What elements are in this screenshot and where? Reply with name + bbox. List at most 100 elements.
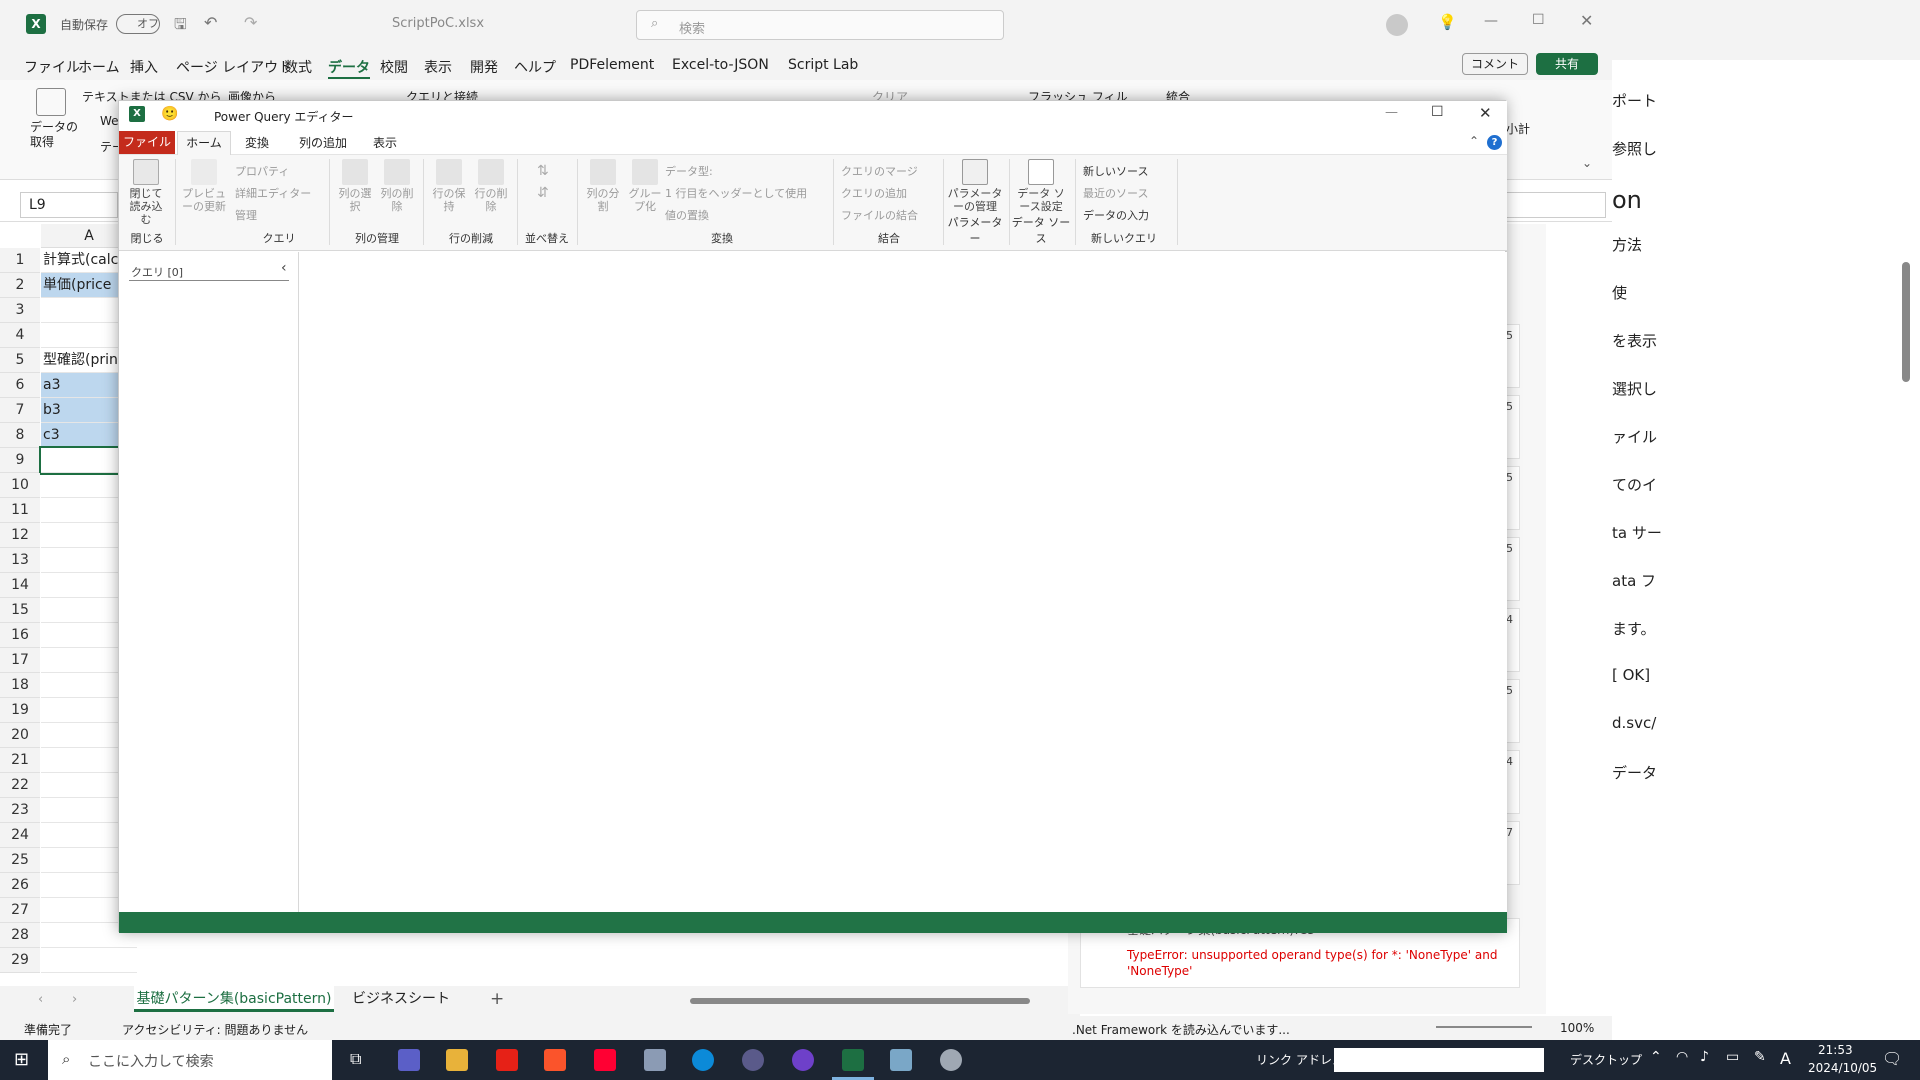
- menu-pdfelement[interactable]: PDFelement: [570, 57, 654, 73]
- accessibility-status[interactable]: アクセシビリティ: 問題ありません: [122, 1021, 308, 1038]
- replace-values-button[interactable]: 値の置換: [665, 207, 709, 223]
- pen-icon[interactable]: ✎: [1754, 1049, 1766, 1065]
- row-header[interactable]: 27: [0, 898, 40, 923]
- yahoo-icon[interactable]: [594, 1049, 616, 1071]
- chevron-left-icon[interactable]: ‹: [281, 260, 287, 276]
- data-source-settings-button[interactable]: データ ソース設定: [1013, 159, 1069, 213]
- menu-insert[interactable]: 挿入: [130, 57, 158, 77]
- data-type-dropdown[interactable]: データ型:: [665, 163, 713, 179]
- menu-home[interactable]: ホーム: [78, 57, 120, 77]
- row-header[interactable]: 25: [0, 848, 40, 873]
- menu-developer[interactable]: 開発: [470, 57, 498, 77]
- minimize-icon[interactable]: —: [1484, 13, 1498, 29]
- menu-page-layout[interactable]: ページ レイアウト: [176, 57, 292, 77]
- remove-rows-button[interactable]: 行の削除: [471, 159, 511, 213]
- new-source-button[interactable]: 新しいソース: [1083, 163, 1148, 179]
- menu-data[interactable]: データ: [328, 57, 370, 79]
- pq-tab-view[interactable]: 表示: [373, 134, 397, 151]
- task-view-icon[interactable]: ⧉: [350, 1049, 361, 1069]
- notepad-icon[interactable]: [890, 1049, 912, 1071]
- menu-file[interactable]: ファイル: [24, 57, 80, 77]
- youtube-icon[interactable]: [496, 1049, 518, 1071]
- use-first-row-header-button[interactable]: 1 行目をヘッダーとして使用: [665, 185, 807, 201]
- edge-icon[interactable]: [692, 1049, 714, 1071]
- manage-button[interactable]: 管理: [235, 207, 257, 223]
- clock-date[interactable]: 2024/10/05: [1808, 1061, 1877, 1075]
- menu-formulas[interactable]: 数式: [284, 57, 312, 77]
- split-column-button[interactable]: 列の分割: [583, 159, 623, 213]
- get-data-button[interactable]: データの取得: [30, 120, 80, 150]
- row-header[interactable]: 8: [0, 423, 40, 448]
- excel-taskbar-icon[interactable]: [842, 1049, 864, 1071]
- from-web-button[interactable]: We: [100, 114, 119, 128]
- row-header[interactable]: 18: [0, 673, 40, 698]
- close-icon[interactable]: ✕: [1479, 104, 1492, 122]
- subtotal-button[interactable]: 小計: [1506, 120, 1530, 137]
- menu-excel-to-json[interactable]: Excel-to-JSON: [672, 57, 769, 73]
- ime-indicator[interactable]: A: [1780, 1049, 1791, 1068]
- row-header[interactable]: 1: [0, 248, 40, 273]
- sheet-tab-business[interactable]: ビジネスシート: [346, 986, 456, 1012]
- undo-icon[interactable]: ↶: [204, 13, 217, 32]
- choose-columns-button[interactable]: 列の選択: [335, 159, 375, 213]
- notification-icon[interactable]: 🗨: [1882, 1049, 1902, 1068]
- taskbar-desktop-label[interactable]: デスクトップ: [1570, 1051, 1642, 1068]
- close-and-load-button[interactable]: 閉じて読み込む: [125, 159, 167, 226]
- menu-script-lab[interactable]: Script Lab: [788, 57, 858, 73]
- clock-time[interactable]: 21:53: [1818, 1043, 1853, 1057]
- row-header[interactable]: 5: [0, 348, 40, 373]
- brave-browser-icon[interactable]: [544, 1049, 566, 1071]
- sort-ascending-icon[interactable]: ⇅: [537, 163, 549, 179]
- group-by-button[interactable]: グループ化: [625, 159, 665, 213]
- row-header[interactable]: 3: [0, 298, 40, 323]
- recent-sources-button[interactable]: 最近のソース: [1083, 185, 1148, 201]
- row-header[interactable]: 15: [0, 598, 40, 623]
- row-header[interactable]: 20: [0, 723, 40, 748]
- app-icon[interactable]: [644, 1049, 666, 1071]
- paint-icon[interactable]: [940, 1049, 962, 1071]
- remove-columns-button[interactable]: 列の削除: [377, 159, 417, 213]
- volume-icon[interactable]: ♪: [1700, 1049, 1709, 1065]
- share-button[interactable]: 共有: [1536, 53, 1598, 75]
- row-header[interactable]: 29: [0, 948, 40, 973]
- autosave-toggle[interactable]: オフ: [116, 14, 160, 34]
- file-explorer-icon[interactable]: [446, 1049, 468, 1071]
- row-header[interactable]: 11: [0, 498, 40, 523]
- merge-queries-button[interactable]: クエリのマージ: [841, 163, 918, 179]
- advanced-editor-button[interactable]: 詳細エディター: [235, 185, 311, 201]
- row-header[interactable]: 12: [0, 523, 40, 548]
- row-header[interactable]: 2: [0, 273, 40, 298]
- row-header[interactable]: 23: [0, 798, 40, 823]
- pq-tab-add-column[interactable]: 列の追加: [299, 134, 347, 151]
- account-avatar[interactable]: [1386, 14, 1408, 36]
- horizontal-scrollbar[interactable]: [690, 998, 1030, 1004]
- taskbar-search-box[interactable]: ⌕ ここに入力して検索: [48, 1040, 332, 1080]
- zoom-level[interactable]: 100%: [1560, 1021, 1594, 1035]
- smiley-icon[interactable]: 🙂: [161, 106, 178, 122]
- menu-review[interactable]: 校閲: [380, 57, 408, 77]
- row-header[interactable]: 19: [0, 698, 40, 723]
- minimize-icon[interactable]: —: [1385, 105, 1398, 120]
- append-queries-button[interactable]: クエリの追加: [841, 185, 907, 201]
- row-header[interactable]: 6: [0, 373, 40, 398]
- windows-start-icon[interactable]: ⊞: [14, 1049, 29, 1070]
- sheet-tab-basic-pattern[interactable]: 基礎パターン集(basicPattern): [134, 986, 334, 1012]
- row-header[interactable]: 21: [0, 748, 40, 773]
- chevron-up-icon[interactable]: ⌃: [1469, 134, 1479, 148]
- row-header[interactable]: 10: [0, 473, 40, 498]
- combine-files-button[interactable]: ファイルの結合: [841, 207, 918, 223]
- properties-button[interactable]: プロパティ: [235, 163, 289, 179]
- sort-descending-icon[interactable]: ⇵: [537, 185, 549, 201]
- row-header[interactable]: 26: [0, 873, 40, 898]
- cell-a29[interactable]: [41, 948, 137, 973]
- excel-search-box[interactable]: ⌕ 検索: [636, 10, 1004, 40]
- keep-rows-button[interactable]: 行の保持: [429, 159, 469, 213]
- preview-refresh-button[interactable]: プレビューの更新: [179, 159, 229, 213]
- row-header[interactable]: 16: [0, 623, 40, 648]
- row-header[interactable]: 28: [0, 923, 40, 948]
- row-header[interactable]: 13: [0, 548, 40, 573]
- maximize-icon[interactable]: ☐: [1431, 104, 1444, 120]
- comment-button[interactable]: コメント: [1462, 53, 1528, 75]
- row-header[interactable]: 17: [0, 648, 40, 673]
- edge-scrollbar[interactable]: [1902, 262, 1910, 382]
